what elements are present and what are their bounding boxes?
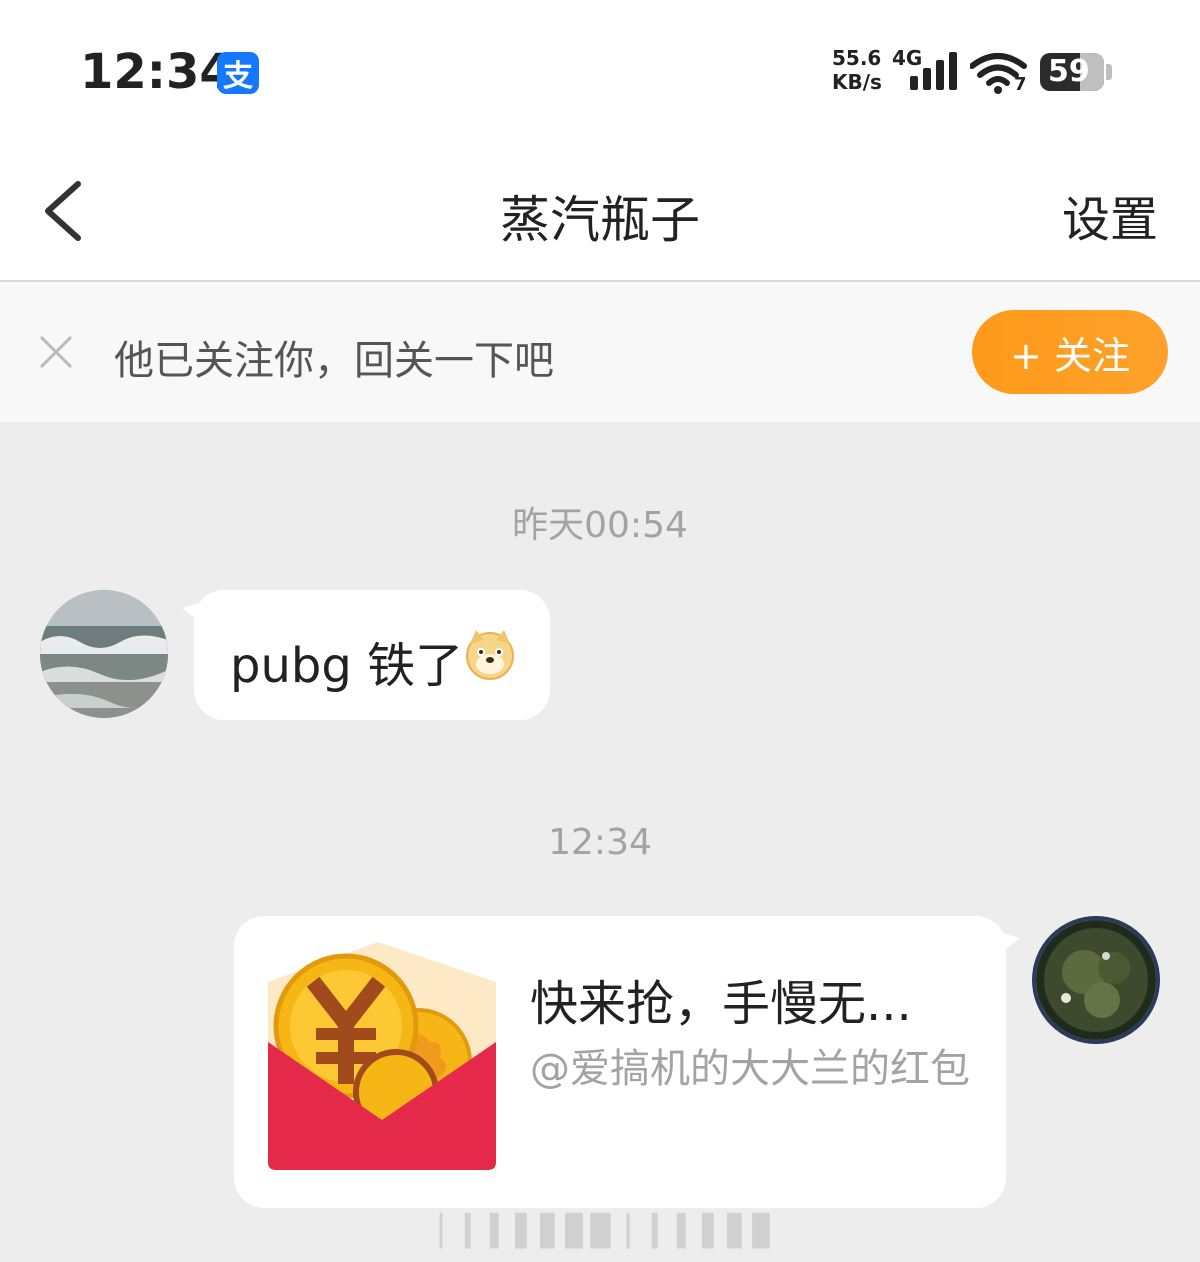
nav-bar: 蒸汽瓶子 设置: [0, 140, 1200, 282]
battery-level: 59: [1048, 54, 1090, 89]
message-text: pubg 铁了: [230, 638, 464, 694]
network-speed: 55.6 KB/s: [832, 46, 882, 94]
follow-button[interactable]: + 关注: [972, 310, 1168, 394]
settings-button[interactable]: 设置: [1062, 180, 1158, 250]
battery-tip: [1106, 64, 1112, 80]
red-packet-title: 快来抢，手慢无...: [530, 976, 912, 1032]
bubble-tail: [182, 602, 202, 624]
follow-banner: 他已关注你，回关一下吧 + 关注: [0, 282, 1200, 422]
avatar[interactable]: [40, 590, 168, 718]
page-title: 蒸汽瓶子: [500, 191, 700, 249]
message-timestamp: 昨天00:54: [512, 505, 688, 546]
red-packet-card[interactable]: 快来抢，手慢无... @爱搞机的大大兰的红包: [234, 916, 1020, 1208]
red-packet-subtitle: @爱搞机的大大兰的红包: [530, 1046, 970, 1092]
alipay-icon: 支: [217, 52, 259, 94]
status-time: 12:34: [80, 44, 233, 100]
message-bubble[interactable]: pubg 铁了: [182, 590, 550, 720]
status-bar: 12:34 支 55.6 KB/s 4G 7 59: [0, 0, 1200, 140]
bubble-tail: [1000, 932, 1020, 954]
red-packet-icon: [268, 942, 496, 1170]
network-speed-value: 55.6: [832, 46, 882, 70]
network-speed-unit: KB/s: [832, 70, 882, 94]
watermark: ▏▎▍▌▋▊▉ ▏▎▍▌▋▊: [440, 1214, 778, 1249]
signal-icon: [910, 52, 957, 90]
avatar[interactable]: [1032, 916, 1160, 1044]
doge-icon: [466, 630, 514, 680]
close-icon[interactable]: [38, 334, 74, 370]
avatar-sea-image: [40, 590, 168, 718]
follow-hint-text: 他已关注你，回关一下吧: [114, 338, 554, 384]
wifi-badge: 7: [1014, 74, 1027, 95]
message-timestamp: 12:34: [548, 822, 652, 863]
avatar-aerial-image: [1036, 920, 1156, 1040]
